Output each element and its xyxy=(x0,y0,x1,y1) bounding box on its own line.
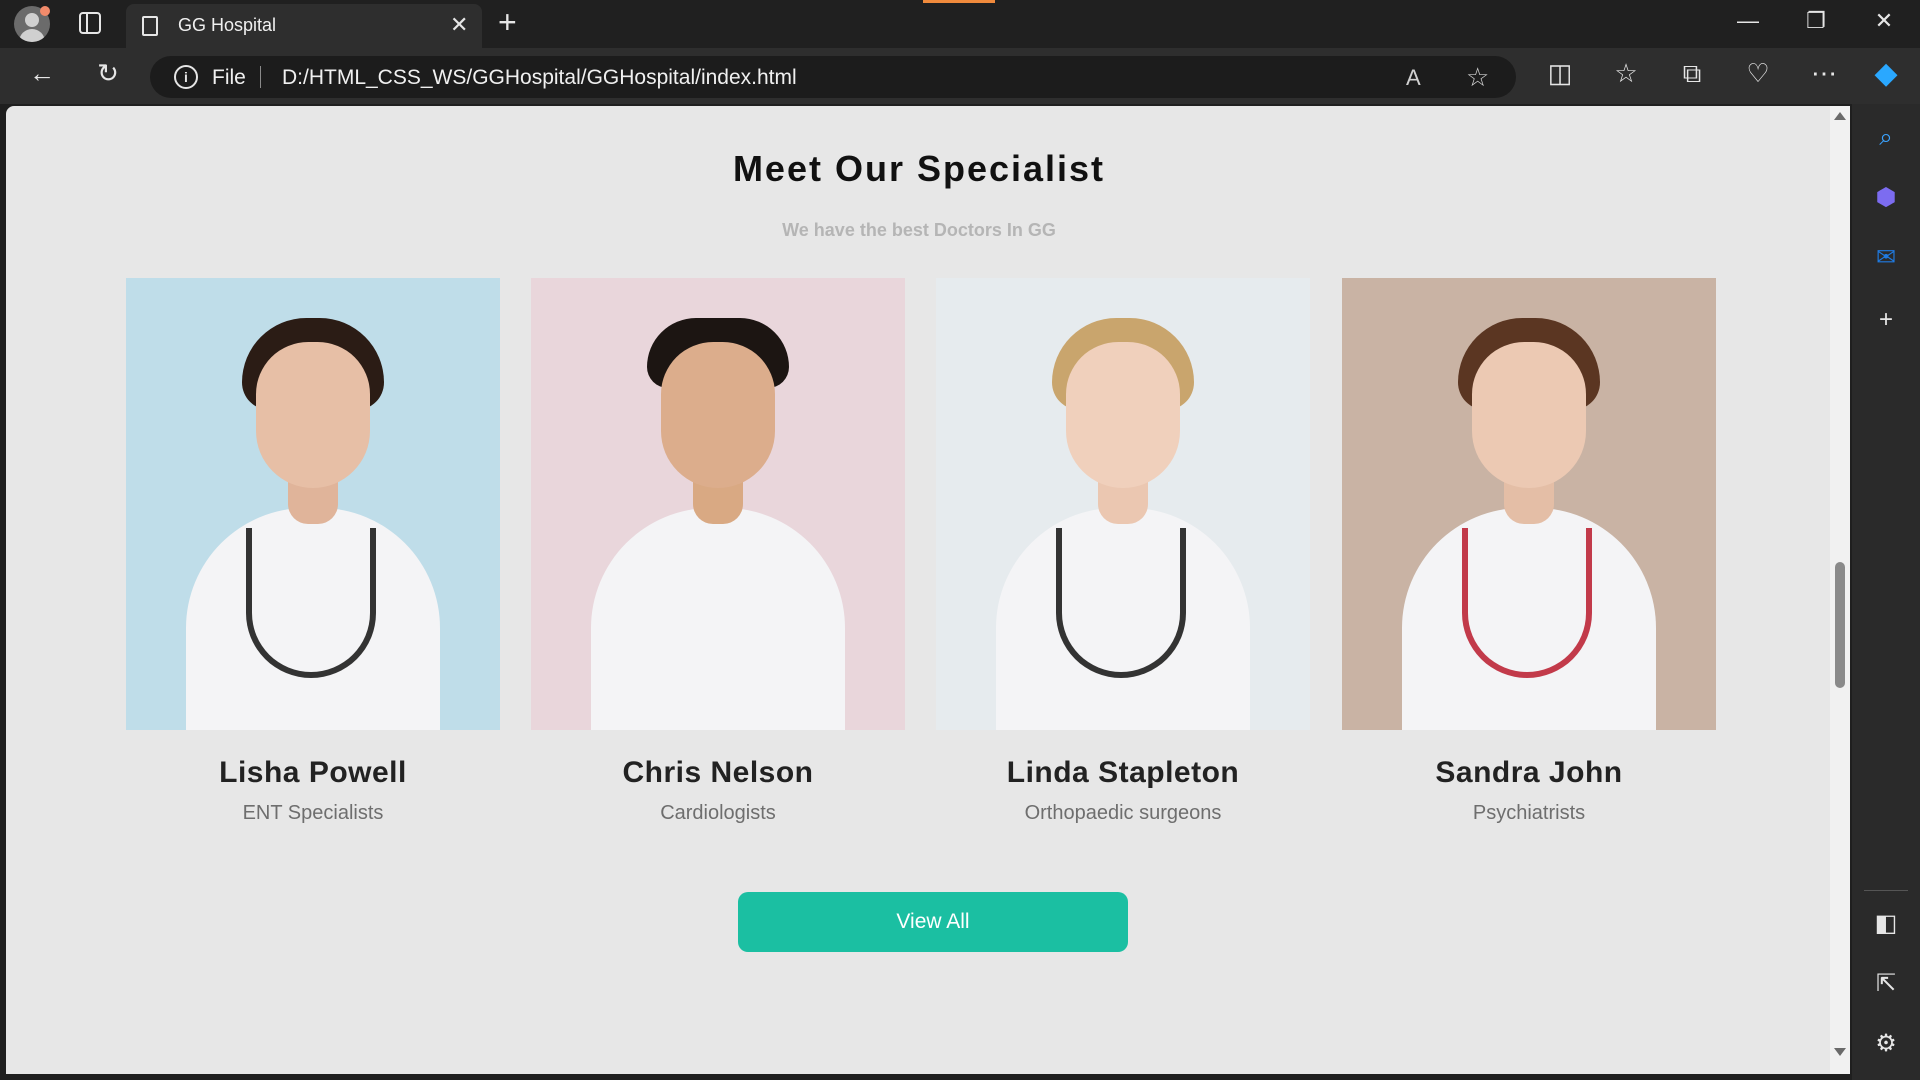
scroll-up-icon[interactable] xyxy=(1834,112,1846,120)
notification-dot-icon xyxy=(40,6,50,16)
sidebar-divider xyxy=(1864,890,1908,891)
doctor-photo xyxy=(126,278,500,730)
back-arrow-icon[interactable]: ← xyxy=(22,58,62,89)
page-icon xyxy=(142,16,158,36)
favorites-icon[interactable]: ☆ xyxy=(1606,58,1646,89)
copilot-icon[interactable]: ◆ xyxy=(1866,56,1906,91)
doctor-photo xyxy=(1342,278,1716,730)
browser-sidebar: ⌕ ⬢ ✉ + ◧ ⇱ ⚙ xyxy=(1852,104,1920,1080)
url-text[interactable]: D:/HTML_CSS_WS/GGHospital/GGHospital/ind… xyxy=(282,66,797,90)
view-all-button[interactable]: View All xyxy=(738,892,1128,952)
doctor-name: Sandra John xyxy=(1435,756,1623,789)
doctor-card[interactable]: Linda Stapleton Orthopaedic surgeons xyxy=(936,278,1310,825)
doctor-name: Chris Nelson xyxy=(622,756,814,789)
address-scheme: File xyxy=(212,66,246,89)
close-tab-icon[interactable]: ✕ xyxy=(450,12,468,38)
minimize-icon[interactable]: — xyxy=(1728,8,1768,34)
tab-title: GG Hospital xyxy=(178,15,277,35)
section-title: Meet Our Specialist xyxy=(732,148,1106,189)
site-info-icon[interactable]: i xyxy=(174,65,198,89)
address-separator xyxy=(260,66,261,88)
refresh-icon[interactable]: ↻ xyxy=(88,58,128,89)
doctor-card[interactable]: Lisha Powell ENT Specialists xyxy=(126,278,500,825)
browser-essentials-icon[interactable]: ♡ xyxy=(1738,58,1778,89)
collections-icon[interactable]: ⧉ xyxy=(1672,58,1712,90)
doctor-card[interactable]: Chris Nelson Cardiologists xyxy=(531,278,905,825)
copilot-app-icon[interactable]: ⬢ xyxy=(1866,178,1906,218)
doctor-photo xyxy=(936,278,1310,730)
page-scrollbar[interactable] xyxy=(1830,106,1850,1074)
section-subtitle: We have the best Doctors In GG xyxy=(782,220,1056,240)
doctor-role: Psychiatrists xyxy=(1472,802,1586,824)
restore-icon[interactable]: ❐ xyxy=(1796,8,1836,34)
scrollbar-thumb[interactable] xyxy=(1835,562,1845,688)
page-viewport: Meet Our Specialist We have the best Doc… xyxy=(6,106,1838,1074)
doctor-role: ENT Specialists xyxy=(242,802,384,824)
doctor-name: Lisha Powell xyxy=(219,756,407,789)
title-bar: GG Hospital ✕ + — ❐ ✕ xyxy=(0,0,1920,48)
settings-gear-icon[interactable]: ⚙ xyxy=(1866,1024,1906,1064)
accent-indicator xyxy=(923,0,995,3)
close-window-icon[interactable]: ✕ xyxy=(1864,8,1904,34)
split-screen-icon[interactable]: ◫ xyxy=(1540,58,1580,89)
read-aloud-icon[interactable]: A xyxy=(1406,65,1421,91)
tab-actions-icon[interactable] xyxy=(79,12,101,34)
more-icon[interactable]: ⋯ xyxy=(1804,58,1844,89)
doctor-role: Orthopaedic surgeons xyxy=(1024,802,1222,824)
add-app-icon[interactable]: + xyxy=(1866,300,1906,340)
hide-sidebar-icon[interactable]: ◧ xyxy=(1866,904,1906,944)
doctor-role: Cardiologists xyxy=(660,802,776,824)
new-tab-icon[interactable]: + xyxy=(498,4,517,41)
doctor-photo xyxy=(531,278,905,730)
browser-toolbar: ← ↻ i File D:/HTML_CSS_WS/GGHospital/GGH… xyxy=(0,48,1920,104)
doctor-name: Linda Stapleton xyxy=(1006,756,1240,789)
outlook-icon[interactable]: ✉ xyxy=(1866,238,1906,278)
doctor-card[interactable]: Sandra John Psychiatrists xyxy=(1342,278,1716,825)
scroll-down-icon[interactable] xyxy=(1834,1048,1846,1056)
open-external-icon[interactable]: ⇱ xyxy=(1866,964,1906,1004)
search-icon[interactable]: ⌕ xyxy=(1866,118,1906,158)
address-bar[interactable]: i File D:/HTML_CSS_WS/GGHospital/GGHospi… xyxy=(150,56,1516,98)
browser-tab[interactable]: GG Hospital ✕ xyxy=(126,4,482,48)
star-icon[interactable]: ☆ xyxy=(1466,62,1489,93)
